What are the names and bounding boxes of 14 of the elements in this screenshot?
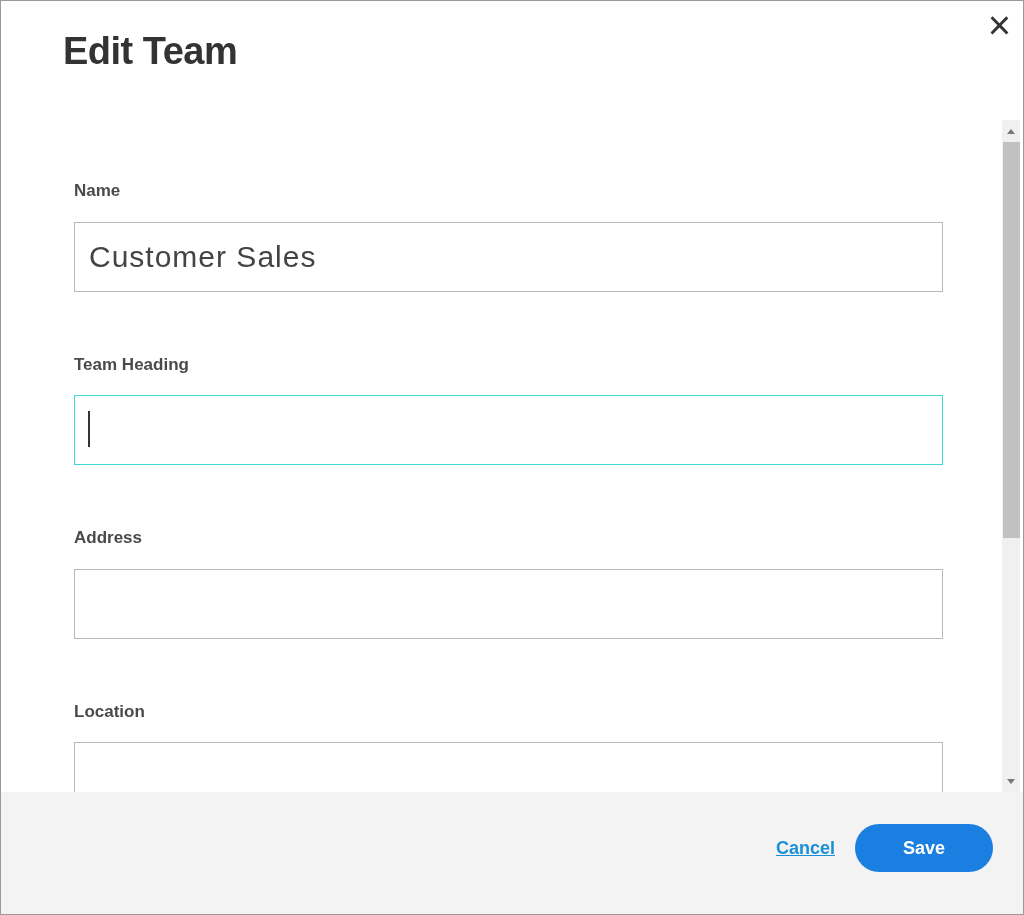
field-label: Location [74, 700, 146, 723]
field-label: Address [74, 527, 144, 549]
field-label: Team Heading [74, 353, 190, 376]
save-button[interactable]: Save [855, 824, 993, 872]
field-label: Name [74, 180, 122, 202]
text-cursor [88, 411, 90, 447]
text-field[interactable] [74, 742, 943, 792]
close-button[interactable]: × [987, 5, 1011, 45]
text-field[interactable] [74, 568, 943, 639]
scrollbar[interactable] [1002, 120, 1020, 792]
text-field[interactable] [74, 395, 943, 465]
scrollbar-thumb[interactable] [1002, 142, 1020, 538]
dialog-title: Edit Team [63, 29, 238, 74]
text-field[interactable]: Customer Sales [74, 221, 943, 292]
